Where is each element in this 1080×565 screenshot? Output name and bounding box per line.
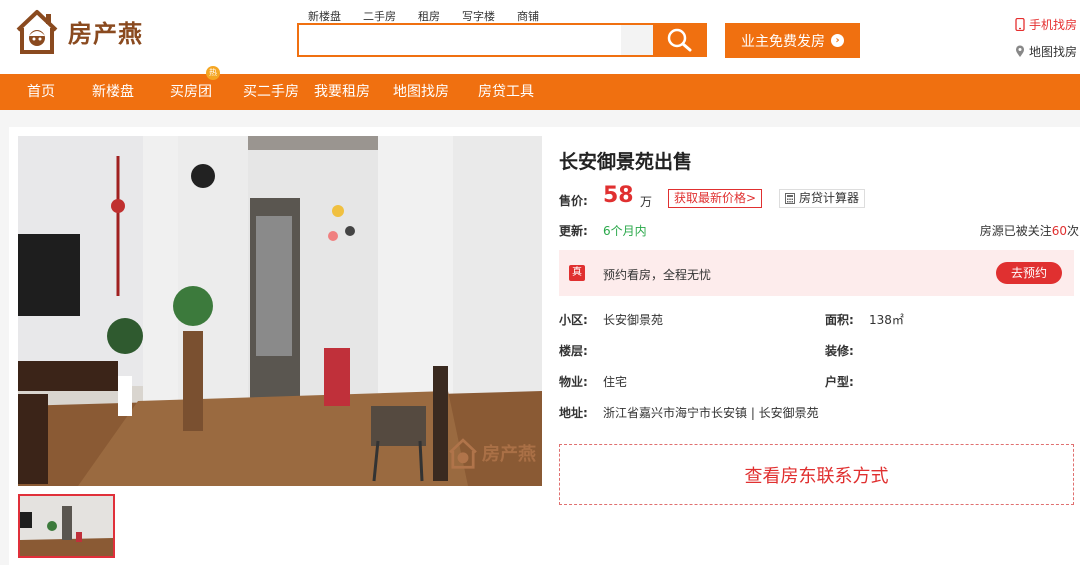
map-search-label: 地图找房 [1028, 45, 1077, 59]
search-tabs: 新楼盘 二手房 租房 写字楼 商铺 [308, 8, 561, 24]
follow-prefix: 房源已被关注 [979, 224, 1052, 238]
book-viewing-button[interactable]: 去预约 [996, 262, 1062, 284]
decoration-label: 装修: [825, 344, 854, 358]
address-label: 地址: [559, 406, 588, 420]
watermark-text: 房产燕 [482, 444, 536, 465]
follow-count: 60 [1051, 224, 1067, 238]
search-tab-rent[interactable]: 租房 [418, 8, 440, 24]
site-logo[interactable]: 房产燕 [12, 6, 143, 56]
search-tab-second-hand[interactable]: 二手房 [363, 8, 396, 24]
nav-item-home[interactable]: 首页 [27, 74, 55, 110]
mobile-search-link[interactable]: 手机找房 [1015, 16, 1077, 33]
community-label: 小区: [559, 313, 588, 327]
view-owner-contact-label: 查看房东联系方式 [744, 465, 889, 487]
nav-item-group-buy[interactable]: 买房团 [170, 74, 212, 110]
verified-badge: 真 [569, 265, 585, 281]
area-value: 138㎡ [869, 313, 904, 327]
house-logo-icon [16, 10, 58, 54]
listing-title: 长安御景苑出售 [559, 151, 693, 173]
floor-label: 楼层: [559, 344, 588, 358]
post-listing-button[interactable]: 业主免费发房 › [725, 23, 860, 58]
search-tab-new-homes[interactable]: 新楼盘 [308, 8, 341, 24]
nav-item-loan-tools[interactable]: 房贷工具 [478, 74, 534, 110]
site-header: 房产燕 新楼盘 二手房 租房 写字楼 商铺 业主免费发房 › 手机找房 地图找房 [0, 0, 1080, 74]
watermark: 房产燕 [446, 436, 536, 470]
banner-text: 预约看房，全程无忧 [603, 268, 712, 282]
update-value: 6个月内 [603, 224, 647, 238]
price-value: 58 [603, 183, 634, 208]
nav-item-second-hand[interactable]: 买二手房 [243, 74, 299, 110]
search-box [297, 23, 707, 57]
calculator-icon [785, 193, 795, 204]
nav-item-map[interactable]: 地图找房 [393, 74, 449, 110]
search-icon [667, 28, 692, 52]
view-owner-contact-button[interactable]: 查看房东联系方式 [559, 444, 1074, 505]
main-listing-photo[interactable]: 房产燕 [18, 136, 542, 486]
phone-icon [1015, 18, 1025, 31]
viewing-appointment-banner: 真 预约看房，全程无忧 去预约 [559, 250, 1074, 296]
search-tab-office[interactable]: 写字楼 [462, 8, 495, 24]
house-logo-icon [449, 438, 477, 469]
location-pin-icon [1015, 45, 1024, 57]
main-nav: 首页 新楼盘 买房团 热 买二手房 我要租房 地图找房 房贷工具 [0, 66, 1080, 110]
address-value: 浙江省嘉兴市海宁市长安镇 | 长安御景苑 [603, 406, 819, 420]
photo-thumbnail[interactable] [18, 494, 115, 558]
property-type-label: 物业: [559, 375, 588, 389]
follow-suffix: 次 [1066, 224, 1079, 238]
property-type-value: 住宅 [603, 375, 628, 389]
follow-count-text: 房源已被关注60次 [980, 222, 1079, 239]
loan-calculator-label: 房贷计算器 [799, 191, 860, 205]
price-unit: 万 [640, 195, 653, 209]
search-input-padding [621, 25, 653, 55]
search-button[interactable] [653, 25, 705, 55]
mobile-search-label: 手机找房 [1028, 18, 1077, 32]
room-photo-illustration [18, 136, 542, 486]
price-label: 售价: [559, 194, 588, 208]
logo-text: 房产燕 [68, 19, 143, 48]
hot-badge: 热 [206, 66, 220, 80]
area-label: 面积: [825, 313, 854, 327]
header-right-links: 手机找房 地图找房 [1015, 16, 1077, 60]
search-input[interactable] [299, 25, 621, 55]
map-search-link[interactable]: 地图找房 [1015, 43, 1077, 60]
nav-item-new-homes[interactable]: 新楼盘 [92, 74, 134, 110]
update-label: 更新: [559, 224, 588, 238]
loan-calculator-button[interactable]: 房贷计算器 [779, 189, 866, 208]
community-value: 长安御景苑 [603, 313, 664, 327]
get-latest-price-button[interactable]: 获取最新价格> [668, 189, 763, 208]
arrow-right-icon: › [831, 34, 844, 47]
post-listing-label: 业主免费发房 [741, 33, 825, 50]
layout-label: 户型: [825, 375, 854, 389]
nav-item-rent[interactable]: 我要租房 [314, 74, 370, 110]
room-photo-thumbnail-illustration [20, 496, 113, 556]
search-tab-shops[interactable]: 商铺 [517, 8, 539, 24]
